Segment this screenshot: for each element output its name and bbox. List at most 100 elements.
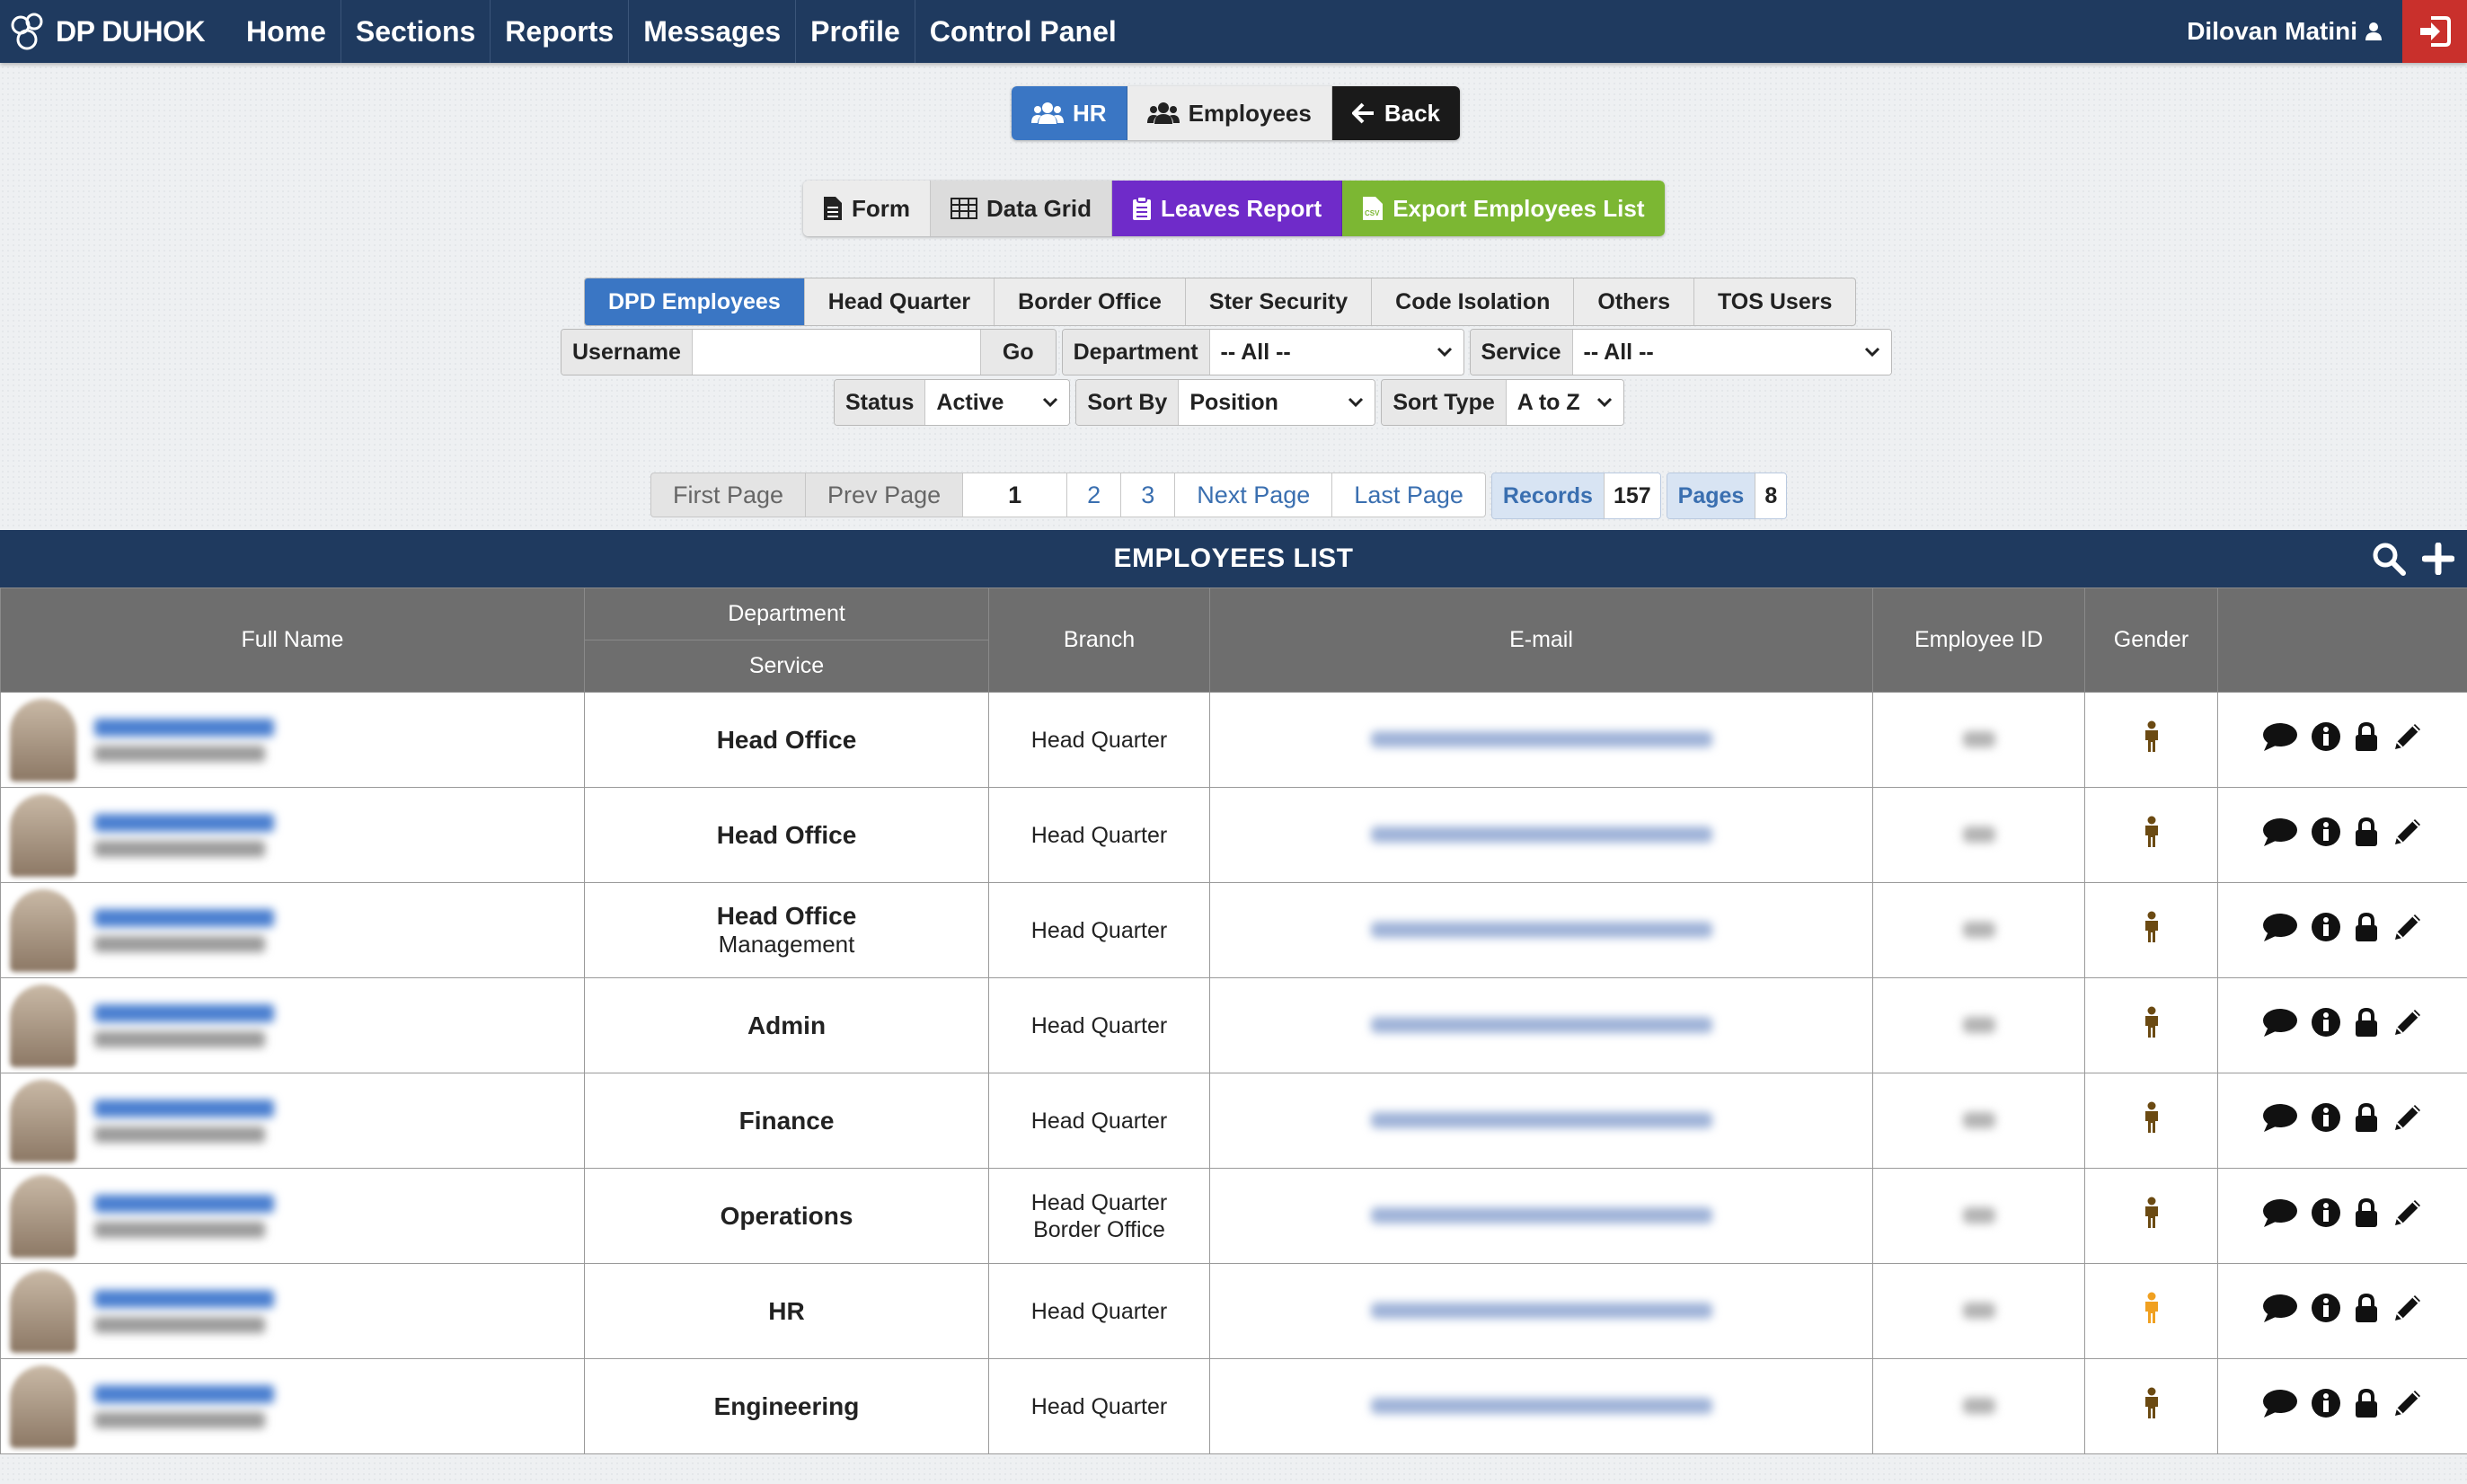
- lock-icon[interactable]: [2354, 1197, 2379, 1234]
- full-name-cell[interactable]: [0, 1263, 585, 1359]
- page-2-button[interactable]: 2: [1067, 473, 1122, 517]
- full-name-cell[interactable]: [0, 692, 585, 788]
- sort-type-select[interactable]: A to Z: [1506, 380, 1623, 425]
- comment-icon[interactable]: [2262, 1197, 2298, 1234]
- info-icon[interactable]: [2311, 1388, 2341, 1425]
- pencil-icon[interactable]: [2392, 1197, 2424, 1235]
- lock-icon[interactable]: [2354, 1388, 2379, 1425]
- comment-icon[interactable]: [2262, 817, 2298, 853]
- table-row[interactable]: Head Office Management Head Quarter: [0, 882, 2467, 978]
- nav-home[interactable]: Home: [232, 0, 341, 63]
- info-icon[interactable]: [2311, 721, 2341, 758]
- plus-icon[interactable]: [2422, 543, 2454, 575]
- info-icon[interactable]: [2311, 1102, 2341, 1139]
- lock-icon[interactable]: [2354, 1102, 2379, 1139]
- tab-code-isolation[interactable]: Code Isolation: [1372, 278, 1575, 325]
- tab-dpd-employees[interactable]: DPD Employees: [585, 278, 805, 325]
- tab-border-office[interactable]: Border Office: [995, 278, 1186, 325]
- pencil-icon[interactable]: [2392, 720, 2424, 759]
- tab-others[interactable]: Others: [1574, 278, 1694, 325]
- status-select[interactable]: Active: [925, 380, 1070, 425]
- lock-icon[interactable]: [2354, 912, 2379, 949]
- department-select[interactable]: -- All --: [1209, 330, 1463, 375]
- sort-by-select[interactable]: Position: [1179, 380, 1375, 425]
- comment-icon[interactable]: [2262, 1293, 2298, 1329]
- data-grid-button[interactable]: Data Grid: [931, 181, 1113, 236]
- header-service[interactable]: Service: [584, 640, 989, 693]
- comment-icon[interactable]: [2262, 1388, 2298, 1425]
- redacted-email: [1370, 1398, 1712, 1414]
- brand[interactable]: DP DUHOK: [7, 9, 232, 54]
- back-button[interactable]: Back: [1331, 86, 1461, 140]
- branch-value: Head Quarter: [1030, 1298, 1168, 1324]
- status-label: Status: [835, 380, 926, 425]
- user-menu[interactable]: Dilovan Matini: [2187, 0, 2383, 63]
- lock-icon[interactable]: [2354, 721, 2379, 758]
- table-row[interactable]: Operations Head Quarter Border Office: [0, 1168, 2467, 1264]
- status-value: Active: [936, 389, 1004, 415]
- header-employee-id[interactable]: Employee ID: [1872, 587, 2085, 693]
- nav-reports[interactable]: Reports: [491, 0, 630, 63]
- export-employees-button[interactable]: CSV Export Employees List: [1342, 181, 1665, 236]
- nav-profile[interactable]: Profile: [796, 0, 915, 63]
- last-page-button[interactable]: Last Page: [1332, 473, 1486, 517]
- lock-icon[interactable]: [2354, 817, 2379, 853]
- table-row[interactable]: Finance Head Quarter: [0, 1073, 2467, 1169]
- pencil-icon[interactable]: [2392, 816, 2424, 854]
- table-row[interactable]: Engineering Head Quarter: [0, 1358, 2467, 1454]
- comment-icon[interactable]: [2262, 721, 2298, 758]
- tab-head-quarter[interactable]: Head Quarter: [805, 278, 995, 325]
- header-email[interactable]: E-mail: [1209, 587, 1873, 693]
- prev-page-button[interactable]: Prev Page: [806, 473, 964, 517]
- pencil-icon[interactable]: [2392, 1292, 2424, 1330]
- service-select[interactable]: -- All --: [1572, 330, 1891, 375]
- tab-ster-security[interactable]: Ster Security: [1186, 278, 1373, 325]
- info-icon[interactable]: [2311, 817, 2341, 853]
- info-icon[interactable]: [2311, 912, 2341, 949]
- header-gender[interactable]: Gender: [2084, 587, 2218, 693]
- username-input[interactable]: [692, 330, 980, 375]
- comment-icon[interactable]: [2262, 1007, 2298, 1044]
- header-branch[interactable]: Branch: [988, 587, 1210, 693]
- hr-button[interactable]: HR: [1012, 86, 1127, 140]
- form-button[interactable]: Form: [803, 181, 931, 236]
- redacted-email: [1370, 1112, 1712, 1128]
- logout-button[interactable]: [2402, 0, 2467, 63]
- full-name-cell[interactable]: [0, 882, 585, 978]
- page-3-button[interactable]: 3: [1121, 473, 1176, 517]
- nav-messages[interactable]: Messages: [629, 0, 797, 63]
- comment-icon[interactable]: [2262, 1102, 2298, 1139]
- info-icon[interactable]: [2311, 1197, 2341, 1234]
- full-name-cell[interactable]: [0, 1168, 585, 1264]
- leaves-report-button[interactable]: Leaves Report: [1112, 181, 1343, 236]
- nav-sections[interactable]: Sections: [341, 0, 491, 63]
- comment-icon[interactable]: [2262, 912, 2298, 949]
- table-row[interactable]: Admin Head Quarter: [0, 977, 2467, 1073]
- table-row[interactable]: Head Office Head Quarter: [0, 692, 2467, 788]
- nav-control-panel[interactable]: Control Panel: [915, 0, 1131, 63]
- go-button[interactable]: Go: [979, 330, 1056, 375]
- department-cell: Admin: [584, 977, 989, 1073]
- pencil-icon[interactable]: [2392, 911, 2424, 950]
- full-name-cell[interactable]: [0, 1073, 585, 1169]
- lock-icon[interactable]: [2354, 1007, 2379, 1044]
- page-1-button[interactable]: 1: [963, 473, 1068, 517]
- pencil-icon[interactable]: [2392, 1101, 2424, 1140]
- header-full-name[interactable]: Full Name: [0, 587, 585, 693]
- info-icon[interactable]: [2311, 1293, 2341, 1329]
- table-row[interactable]: HR Head Quarter: [0, 1263, 2467, 1359]
- next-page-button[interactable]: Next Page: [1175, 473, 1333, 517]
- full-name-cell[interactable]: [0, 977, 585, 1073]
- pencil-icon[interactable]: [2392, 1387, 2424, 1426]
- search-icon[interactable]: [2372, 542, 2406, 576]
- tab-tos-users[interactable]: TOS Users: [1694, 278, 1855, 325]
- lock-icon[interactable]: [2354, 1293, 2379, 1329]
- employees-button[interactable]: Employees: [1127, 86, 1332, 140]
- full-name-cell[interactable]: [0, 1358, 585, 1454]
- table-row[interactable]: Head Office Head Quarter: [0, 787, 2467, 883]
- first-page-button[interactable]: First Page: [650, 473, 807, 517]
- full-name-cell[interactable]: [0, 787, 585, 883]
- header-department[interactable]: Department: [584, 587, 989, 640]
- info-icon[interactable]: [2311, 1007, 2341, 1044]
- pencil-icon[interactable]: [2392, 1006, 2424, 1045]
